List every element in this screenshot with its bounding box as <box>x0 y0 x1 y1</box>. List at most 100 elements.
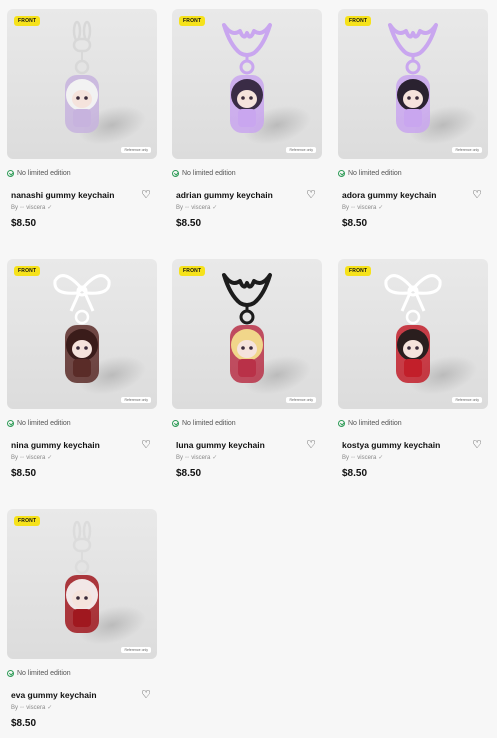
product-card[interactable]: FRONT Reference only No limited edition … <box>172 9 322 229</box>
product-card[interactable]: FRONT Reference only No limited edition … <box>338 9 488 229</box>
limited-edition-status: No limited edition <box>7 167 157 179</box>
product-title[interactable]: adrian gummy keychain <box>172 190 273 200</box>
limited-edition-status: No limited edition <box>7 417 157 429</box>
product-meta: No limited edition kostya gummy keychain… <box>338 409 488 479</box>
product-title[interactable]: kostya gummy keychain <box>338 440 440 450</box>
keychain-illustration <box>222 273 272 383</box>
creator-logo-icon: ◦◦ <box>20 454 25 461</box>
creator-logo-icon: ◦◦ <box>351 454 356 461</box>
product-title[interactable]: nanashi gummy keychain <box>7 190 114 200</box>
product-card[interactable]: FRONT Reference only No limited edition … <box>172 259 322 479</box>
keychain-illustration <box>65 20 99 133</box>
product-card[interactable]: FRONT Reference only No limited edition … <box>7 9 157 229</box>
limited-edition-status: No limited edition <box>338 167 488 179</box>
product-grid: FRONT Reference only No limited edition … <box>0 0 497 738</box>
heart-icon[interactable]: ♡ <box>141 689 157 701</box>
product-image[interactable]: FRONT Reference only <box>172 259 322 409</box>
product-price: $8.50 <box>342 218 368 229</box>
reference-only-label: Reference only <box>121 147 151 153</box>
product-image[interactable]: FRONT Reference only <box>7 509 157 659</box>
product-meta: No limited edition adora gummy keychain … <box>338 159 488 229</box>
by-label: By <box>176 204 184 211</box>
creator-name[interactable]: viscera <box>26 455 45 461</box>
limited-edition-label: No limited edition <box>182 419 236 427</box>
heart-icon[interactable]: ♡ <box>472 439 488 451</box>
verified-icon: ✓ <box>47 205 53 211</box>
product-meta: No limited edition adrian gummy keychain… <box>172 159 322 229</box>
creator-line: By ◦◦ viscera ✓ <box>7 453 157 462</box>
limited-edition-label: No limited edition <box>17 419 71 427</box>
creator-name[interactable]: viscera <box>191 205 210 211</box>
product-price: $8.50 <box>11 218 37 229</box>
title-row: nanashi gummy keychain ♡ <box>7 188 157 202</box>
product-card[interactable]: FRONT Reference only No limited edition … <box>7 259 157 479</box>
title-row: eva gummy keychain ♡ <box>7 688 157 702</box>
product-image[interactable]: FRONT Reference only <box>172 9 322 159</box>
heart-icon[interactable]: ♡ <box>306 189 322 201</box>
product-card[interactable]: FRONT Reference only No limited edition … <box>7 509 157 729</box>
limited-edition-status: No limited edition <box>172 417 322 429</box>
product-price: $8.50 <box>342 468 368 479</box>
verified-icon: ✓ <box>212 455 218 461</box>
front-badge: FRONT <box>179 266 206 276</box>
verified-icon: ✓ <box>47 705 53 711</box>
limited-edition-label: No limited edition <box>348 169 402 177</box>
front-badge: FRONT <box>179 16 206 26</box>
keychain-illustration <box>222 23 272 133</box>
title-row: nina gummy keychain ♡ <box>7 438 157 452</box>
heart-icon[interactable]: ♡ <box>306 439 322 451</box>
keychain-illustration <box>388 23 438 133</box>
title-row: adrian gummy keychain ♡ <box>172 188 322 202</box>
limited-edition-label: No limited edition <box>348 419 402 427</box>
keychain-illustration <box>384 274 442 383</box>
by-label: By <box>11 704 19 711</box>
creator-name[interactable]: viscera <box>357 205 376 211</box>
heart-icon[interactable]: ♡ <box>472 189 488 201</box>
creator-line: By ◦◦ viscera ✓ <box>338 453 488 462</box>
check-circle-icon <box>7 419 14 427</box>
check-circle-icon <box>338 419 345 427</box>
reference-only-label: Reference only <box>286 147 316 153</box>
front-badge: FRONT <box>345 16 372 26</box>
verified-icon: ✓ <box>378 205 384 211</box>
keychain-illustration <box>65 520 99 633</box>
check-circle-icon <box>7 169 14 177</box>
product-card[interactable]: FRONT Reference only No limited edition … <box>338 259 488 479</box>
creator-name[interactable]: viscera <box>26 705 45 711</box>
check-circle-icon <box>172 169 179 177</box>
by-label: By <box>342 454 350 461</box>
product-title[interactable]: eva gummy keychain <box>7 690 97 700</box>
by-label: By <box>11 454 19 461</box>
product-price: $8.50 <box>176 468 202 479</box>
title-row: kostya gummy keychain ♡ <box>338 438 488 452</box>
limited-edition-status: No limited edition <box>7 667 157 679</box>
product-title[interactable]: luna gummy keychain <box>172 440 265 450</box>
product-title[interactable]: nina gummy keychain <box>7 440 100 450</box>
check-circle-icon <box>172 419 179 427</box>
creator-name[interactable]: viscera <box>26 205 45 211</box>
creator-logo-icon: ◦◦ <box>20 704 25 711</box>
heart-icon[interactable]: ♡ <box>141 189 157 201</box>
product-title[interactable]: adora gummy keychain <box>338 190 436 200</box>
heart-icon[interactable]: ♡ <box>141 439 157 451</box>
product-image[interactable]: FRONT Reference only <box>338 9 488 159</box>
product-price: $8.50 <box>11 718 37 729</box>
reference-only-label: Reference only <box>452 397 482 403</box>
verified-icon: ✓ <box>378 455 384 461</box>
front-badge: FRONT <box>14 516 41 526</box>
product-image[interactable]: FRONT Reference only <box>7 259 157 409</box>
limited-edition-label: No limited edition <box>17 169 71 177</box>
creator-logo-icon: ◦◦ <box>351 204 356 211</box>
creator-logo-icon: ◦◦ <box>185 454 190 461</box>
creator-name[interactable]: viscera <box>357 455 376 461</box>
creator-line: By ◦◦ viscera ✓ <box>172 453 322 462</box>
title-row: adora gummy keychain ♡ <box>338 188 488 202</box>
limited-edition-status: No limited edition <box>338 417 488 429</box>
product-image[interactable]: FRONT Reference only <box>338 259 488 409</box>
keychain-illustration <box>53 274 111 383</box>
creator-line: By ◦◦ viscera ✓ <box>7 203 157 212</box>
front-badge: FRONT <box>345 266 372 276</box>
creator-logo-icon: ◦◦ <box>20 204 25 211</box>
product-image[interactable]: FRONT Reference only <box>7 9 157 159</box>
creator-name[interactable]: viscera <box>191 455 210 461</box>
